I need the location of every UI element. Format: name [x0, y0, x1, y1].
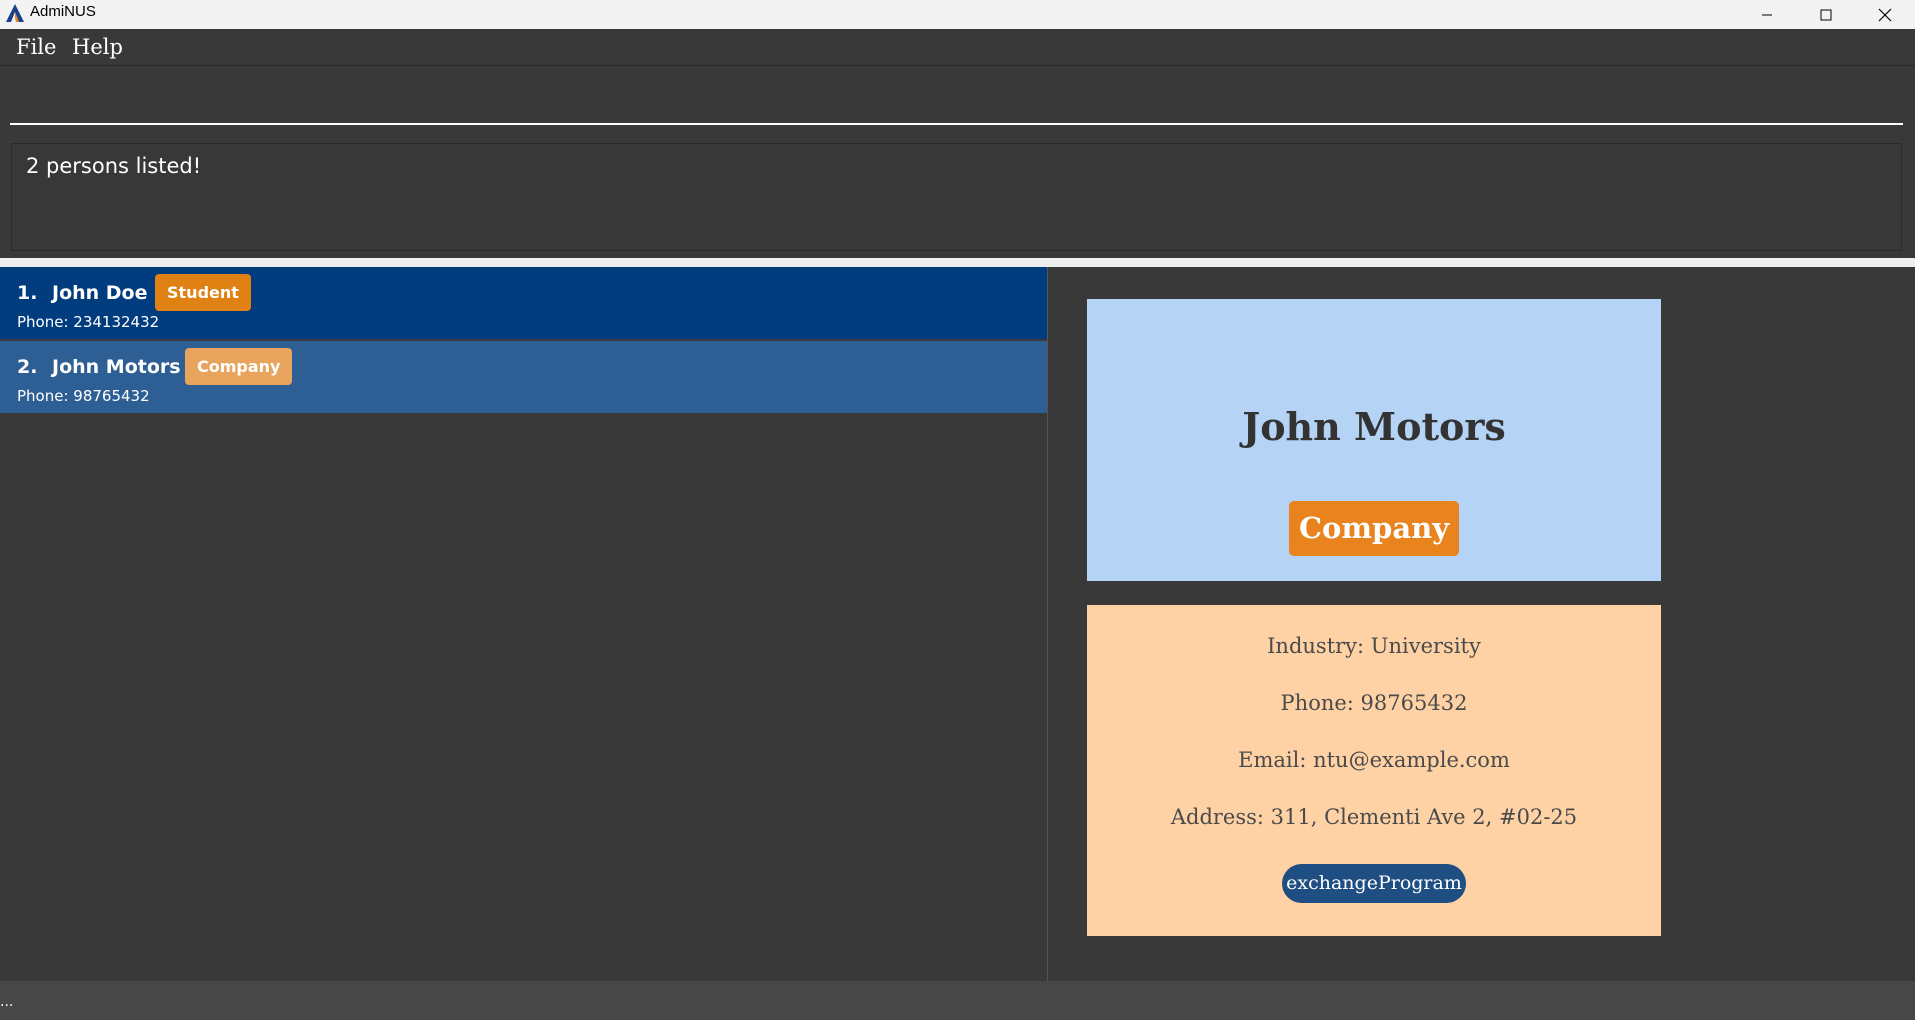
- window-title: AdmiNUS: [30, 3, 96, 20]
- detail-name: John Motors: [1242, 404, 1506, 449]
- list-item-index: 2.: [17, 356, 38, 378]
- status-bar: ...: [0, 981, 1915, 1020]
- detail-company-tag: Company: [1289, 501, 1459, 556]
- list-item-title: 2. John Motors: [17, 355, 181, 379]
- maximize-icon: [1820, 9, 1832, 20]
- panel-divider[interactable]: [0, 258, 1915, 267]
- menu-file[interactable]: File: [16, 35, 56, 59]
- minimize-button[interactable]: [1738, 0, 1796, 29]
- close-button[interactable]: [1856, 0, 1914, 29]
- command-box: [0, 67, 1915, 140]
- detail-email: Email: ntu@example.com: [1238, 748, 1510, 772]
- list-item-phone: Phone: 98765432: [17, 387, 150, 405]
- command-input[interactable]: [10, 77, 1903, 125]
- list-item[interactable]: 1. John Doe Student Phone: 234132432: [0, 267, 1047, 339]
- maximize-button[interactable]: [1797, 0, 1855, 29]
- list-item-title: 1. John Doe: [17, 281, 148, 305]
- menu-help[interactable]: Help: [72, 35, 123, 59]
- detail-address: Address: 311, Clementi Ave 2, #02-25: [1170, 805, 1578, 829]
- list-item-name: John Doe: [52, 282, 148, 304]
- status-text: ...: [0, 994, 14, 1010]
- list-item-index: 1.: [17, 282, 38, 304]
- list-item-name: John Motors: [52, 356, 181, 378]
- company-tag: Company: [185, 348, 293, 385]
- result-display[interactable]: 2 persons listed!: [11, 143, 1902, 251]
- detail-program-tag: exchangeProgram: [1282, 864, 1466, 903]
- student-tag: Student: [155, 274, 251, 311]
- title-bar: AdmiNUS: [0, 0, 1915, 29]
- detail-info-card: Industry: University Phone: 98765432 Ema…: [1087, 605, 1661, 936]
- minimize-icon: [1762, 14, 1772, 15]
- menu-bar: File Help: [0, 29, 1915, 66]
- list-item-phone: Phone: 234132432: [17, 313, 160, 331]
- person-list: 1. John Doe Student Phone: 234132432 2. Jo…: [0, 267, 1047, 981]
- person-detail-panel: John Motors Company Industry: University…: [1048, 267, 1915, 981]
- detail-industry: Industry: University: [1267, 634, 1481, 658]
- detail-header-card: John Motors Company: [1087, 299, 1661, 581]
- detail-phone: Phone: 98765432: [1280, 691, 1468, 715]
- result-message: 2 persons listed!: [26, 154, 202, 178]
- close-icon: [1878, 8, 1892, 21]
- list-item[interactable]: 2. John Motors Company Phone: 98765432: [0, 341, 1047, 413]
- adminus-a-logo-icon: [6, 4, 24, 22]
